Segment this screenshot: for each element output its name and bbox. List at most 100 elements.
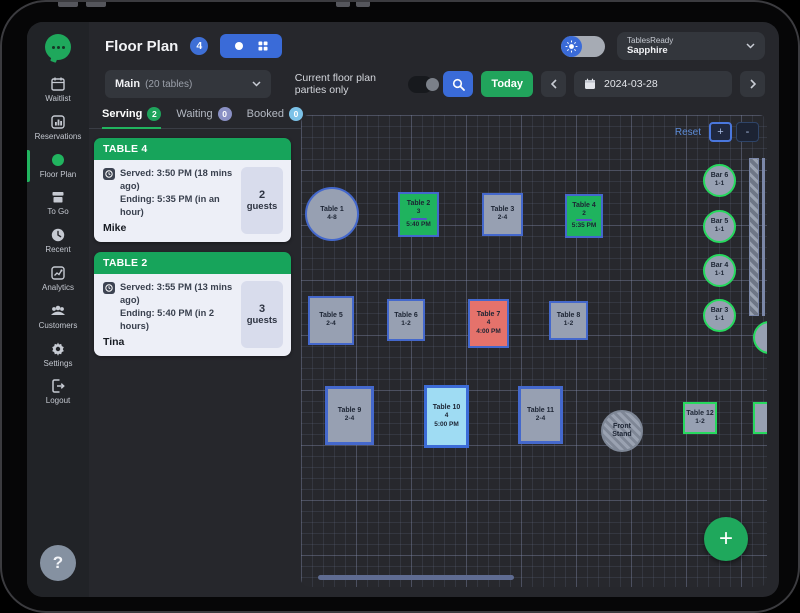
floor-table-table-7[interactable]: Table 7 4 4:00 PM <box>468 299 509 348</box>
table-guest-count: 4 <box>444 412 449 420</box>
floor-canvas[interactable]: Reset + - + Table 1 4-8 Table 2 3 5:40 PM Tab… <box>301 115 767 587</box>
sidebar-item-analytics[interactable]: Analytics <box>27 261 89 296</box>
analytics-icon <box>50 265 66 281</box>
guest-label: guests <box>246 315 278 327</box>
sidebar-item-reservations[interactable]: Reservations <box>27 110 89 145</box>
sidebar-item-floor-plan[interactable]: Floor Plan <box>27 148 89 183</box>
tab-booked[interactable]: Booked 0 <box>247 107 303 129</box>
date-field[interactable]: 2024-03-28 <box>574 71 732 97</box>
sidebar-item-label: To Go <box>47 207 69 217</box>
parties-filter: Current floor plan parties only <box>295 72 440 96</box>
view-mode-segmented-control[interactable] <box>220 34 283 58</box>
sidebar-item-logout[interactable]: Logout <box>27 374 89 409</box>
device-top-button <box>336 2 350 7</box>
floor-table-table-10[interactable]: Table 10 4 5:00 PM <box>424 385 469 448</box>
served-time: Served: 3:55 PM (13 mins ago) <box>120 282 233 306</box>
party-name: Tina <box>103 336 125 349</box>
reset-zoom-button[interactable]: Reset <box>675 127 701 138</box>
calendar-icon <box>50 76 66 92</box>
sidebar: Waitlist Reservations Floor Plan To Go R… <box>27 22 89 597</box>
sidebar-item-recent[interactable]: Recent <box>27 223 89 258</box>
prev-day-button[interactable] <box>541 71 566 97</box>
device-top-button-2 <box>356 2 370 7</box>
table-name: Table 1 <box>320 205 344 213</box>
page-title: Floor Plan <box>105 37 179 55</box>
sidebar-item-customers[interactable]: Customers <box>27 299 89 334</box>
clock-icon <box>50 227 66 243</box>
party-card-header: TABLE 2 <box>94 252 291 275</box>
floor-table-bar-6[interactable]: Bar 6 1-1 <box>703 164 736 197</box>
sidebar-item-settings[interactable]: Settings <box>27 337 89 372</box>
tab-label: Waiting <box>176 108 213 120</box>
bar-counter <box>749 158 759 316</box>
floor-table-bar-3[interactable]: Bar 3 1-1 <box>703 299 736 332</box>
floor-table-bar-5[interactable]: Bar 5 1-1 <box>703 210 736 243</box>
floor-table-table-4[interactable]: Table 4 2 5:35 PM <box>565 194 603 238</box>
floor-table-bar-4[interactable]: Bar 4 1-1 <box>703 254 736 287</box>
table-name: Table 7 <box>476 311 501 319</box>
zoom-out-button[interactable]: - <box>736 122 759 142</box>
tab-waiting[interactable]: Waiting 0 <box>176 107 232 129</box>
parties-only-toggle[interactable] <box>408 75 440 93</box>
sidebar-item-to-go[interactable]: To Go <box>27 185 89 220</box>
sidebar-item-label: Floor Plan <box>39 169 77 179</box>
guest-count-box: 3 guests <box>241 281 283 349</box>
tablet-device-frame: Waitlist Reservations Floor Plan To Go R… <box>0 0 800 613</box>
table-end-time: 4:00 PM <box>476 327 501 335</box>
table-capacity: 1-1 <box>714 315 725 323</box>
table-guest-count: 3 <box>416 208 421 216</box>
party-card-table-4[interactable]: TABLE 4 Served: 3:50 PM (18 mins ago) En… <box>94 138 291 243</box>
party-tabs: Serving 2 Waiting 0 Booked 0 <box>89 102 303 129</box>
table-name: Table 12 <box>686 409 714 417</box>
floor-table-front-stand[interactable]: Front Stand <box>601 410 643 452</box>
sidebar-item-label: Analytics <box>41 282 74 292</box>
party-card-table-2[interactable]: TABLE 2 Served: 3:55 PM (13 mins ago) En… <box>94 252 291 357</box>
add-party-button[interactable]: + <box>704 517 748 561</box>
zoom-in-button[interactable]: + <box>709 122 732 142</box>
sidebar-item-label: Recent <box>45 245 71 255</box>
help-button[interactable]: ? <box>40 545 76 581</box>
table-capacity: 2-4 <box>326 320 336 328</box>
table-capacity: 2-4 <box>535 414 546 422</box>
floor-table-table-11[interactable]: Table 11 2-4 <box>518 386 563 444</box>
sidebar-item-waitlist[interactable]: Waitlist <box>27 72 89 107</box>
today-button[interactable]: Today <box>481 71 533 97</box>
floor-table-table-2[interactable]: Table 2 3 5:40 PM <box>398 192 439 237</box>
floor-table-partial[interactable] <box>753 402 767 434</box>
floor-table-partial[interactable] <box>753 321 767 354</box>
tab-serving[interactable]: Serving 2 <box>102 107 162 129</box>
table-capacity: 1-1 <box>714 180 725 188</box>
chevron-down-icon <box>252 81 261 87</box>
sidebar-item-label: Waitlist <box>45 94 71 103</box>
floor-table-table-3[interactable]: Table 3 2-4 <box>482 193 523 236</box>
venue-select[interactable]: TablesReady Sapphire <box>617 32 765 60</box>
next-day-button[interactable] <box>740 71 765 97</box>
ending-time: Ending: 5:40 PM (in 2 hours) <box>120 308 215 332</box>
table-progress-bar <box>576 219 592 222</box>
grid-view-icon[interactable] <box>258 41 268 51</box>
search-icon <box>452 78 465 91</box>
theme-toggle[interactable] <box>561 35 605 57</box>
clock-icon <box>103 282 115 295</box>
table-capacity: 1-2 <box>695 417 705 425</box>
floor-table-table-12[interactable]: Table 12 1-2 <box>683 402 717 434</box>
floor-select-name: Main <box>115 78 141 90</box>
main-area: Floor Plan 4 TablesReady Sapphire Main (… <box>89 22 779 597</box>
table-name: Table 4 <box>572 201 596 209</box>
shape-view-icon[interactable] <box>234 41 244 51</box>
togo-box-icon <box>50 189 66 205</box>
table-name: Table 10 <box>432 404 461 412</box>
search-button[interactable] <box>443 71 474 97</box>
floor-table-table-1[interactable]: Table 1 4-8 <box>305 187 359 241</box>
sidebar-item-label: Customers <box>38 320 78 330</box>
horizontal-scrollbar[interactable] <box>318 575 514 580</box>
table-capacity: 2-4 <box>497 214 508 222</box>
floor-table-table-9[interactable]: Table 9 2-4 <box>325 386 374 445</box>
floor-table-table-8[interactable]: Table 8 1-2 <box>549 301 588 340</box>
party-name: Mike <box>103 222 127 235</box>
floor-table-table-5[interactable]: Table 5 2-4 <box>308 296 354 345</box>
reservations-icon <box>50 114 66 130</box>
floor-select[interactable]: Main (20 tables) <box>105 70 271 98</box>
sidebar-item-label: Settings <box>43 358 73 368</box>
floor-table-table-6[interactable]: Table 6 1-2 <box>387 299 425 341</box>
